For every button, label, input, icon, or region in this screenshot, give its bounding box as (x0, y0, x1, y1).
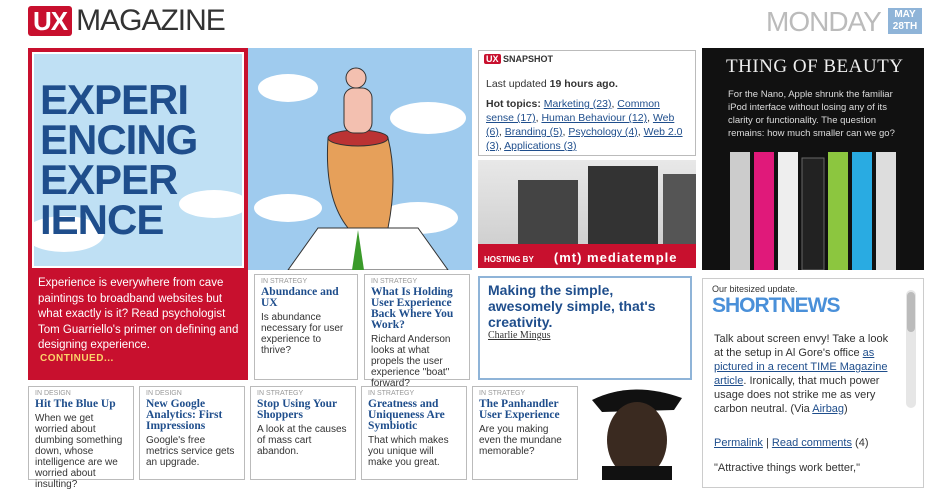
hosting-ad-bar[interactable]: HOSTING BY (mt) mediatemple (478, 244, 696, 268)
shortnews-title: SHORTNEWS (712, 294, 840, 317)
hero-title-line: ENCING (40, 116, 198, 163)
thing-of-beauty-panel[interactable] (702, 48, 924, 271)
snapshot-badge: UX (484, 54, 501, 64)
article-card[interactable]: IN STRATEGY Abundance and UX Is abundanc… (254, 274, 358, 380)
card-description: That which makes you unique will make yo… (368, 435, 449, 468)
card-category: IN STRATEGY (368, 390, 415, 397)
card-title[interactable]: Hit The Blue Up (35, 398, 127, 410)
head-illustration (248, 48, 472, 271)
topic-link[interactable]: Human Behaviour (12) (541, 112, 647, 124)
hero-continued-link[interactable]: CONTINUED... (40, 353, 114, 364)
card-title[interactable]: New Google Analytics: First Impressions (146, 398, 238, 432)
date-day: 28TH (892, 21, 918, 32)
hero-title-line: IENCE (40, 196, 164, 243)
card-description: Is abundance necessary for user experien… (261, 312, 344, 356)
beauty-title[interactable]: THING OF BEAUTY (726, 56, 903, 78)
updated-prefix: Last updated (486, 78, 550, 90)
hero-title-line: EXPER (40, 156, 178, 203)
topic-link[interactable]: Applications (3) (504, 140, 576, 152)
hosting-brand: (mt) mediatemple (553, 250, 678, 265)
card-title[interactable]: The Panhandler User Experience (479, 398, 571, 421)
site-logo[interactable]: UX MAGAZINE (28, 4, 226, 38)
card-title[interactable]: Stop Using Your Shoppers (257, 398, 349, 421)
shortnews-subtitle: Our bitesized update. (712, 284, 798, 294)
card-description: Richard Anderson looks at what propels t… (371, 334, 451, 389)
server-rack-image (518, 166, 696, 244)
hot-topics: Hot topics: Marketing (23), Common sense… (486, 98, 683, 152)
snapshot-label: SNAPSHOT (503, 54, 554, 64)
date-badge: MAY 28TH (888, 8, 922, 34)
card-category: IN DESIGN (146, 390, 182, 397)
card-title[interactable]: Greatness and Uniqueness Are Symbiotic (368, 398, 460, 432)
beauty-text: For the Nano, Apple shrunk the familiar … (728, 89, 895, 139)
snapshot-updated: Last updated 19 hours ago. (486, 78, 618, 90)
card-category: IN DESIGN (35, 390, 71, 397)
card-description: Are you making even the mundane memorabl… (479, 424, 562, 457)
card-category: IN STRATEGY (257, 390, 304, 397)
hero-title-line: EXPERI (40, 76, 189, 123)
snapshot-header: UX SNAPSHOT (484, 54, 553, 64)
hero-title[interactable]: EXPERI ENCING EXPER IENCE (40, 76, 240, 243)
quote-author[interactable]: Charlie Mingus (488, 330, 551, 341)
shortnews-body: Talk about screen envy! Take a look at t… (714, 332, 896, 416)
topic-link[interactable]: Branding (5) (505, 126, 563, 138)
comments-count: (4) (855, 437, 869, 449)
article-card[interactable]: IN STRATEGY Greatness and Uniqueness Are… (361, 386, 467, 480)
date-month: MAY (894, 9, 916, 20)
card-description: When we get worried about dumbing someth… (35, 413, 123, 490)
shortnews-next-quote: "Attractive things work better," (714, 462, 860, 474)
shortnews-links: Permalink | Read comments (4) (714, 437, 869, 449)
card-title[interactable]: What Is Holding User Experience Back Whe… (371, 286, 463, 331)
via-link[interactable]: Airbag (812, 403, 844, 415)
permalink-link[interactable]: Permalink (714, 437, 763, 449)
topic-link[interactable]: Psychology (4) (568, 126, 637, 138)
article-card[interactable]: IN DESIGN Hit The Blue Up When we get wo… (28, 386, 134, 490)
mingus-photo (592, 389, 682, 480)
hero-summary: Experience is everywhere from cave paint… (38, 277, 239, 351)
article-card[interactable]: IN STRATEGY The Panhandler User Experien… (472, 386, 578, 480)
article-card[interactable]: IN DESIGN New Google Analytics: First Im… (139, 386, 245, 480)
ipod-nano-image (730, 152, 896, 271)
quote-text: Making the simple, awesomely simple, tha… (488, 282, 656, 330)
card-category: IN STRATEGY (371, 278, 418, 285)
man-head-illustration (254, 67, 466, 271)
card-description: A look at the causes of mass cart abando… (257, 424, 347, 457)
card-category: IN STRATEGY (261, 278, 308, 285)
comments-link[interactable]: Read comments (772, 437, 852, 449)
article-card[interactable]: IN STRATEGY What Is Holding User Experie… (364, 274, 470, 389)
card-description: Google's free metrics service gets an up… (146, 435, 235, 468)
day-label: MONDAY (766, 6, 882, 37)
hot-topics-label: Hot topics: (486, 98, 541, 110)
hosting-label: HOSTING BY (484, 255, 534, 264)
article-card[interactable]: IN STRATEGY Stop Using Your Shoppers A l… (250, 386, 356, 480)
card-title[interactable]: Abundance and UX (261, 286, 351, 309)
topic-link[interactable]: Marketing (23) (544, 98, 612, 110)
updated-value: 19 hours ago. (549, 78, 618, 90)
logo-badge: UX (28, 6, 73, 36)
body-text: ) (844, 403, 848, 415)
scrollbar-thumb[interactable] (907, 292, 915, 332)
logo-word: MAGAZINE (76, 4, 226, 37)
card-category: IN STRATEGY (479, 390, 526, 397)
